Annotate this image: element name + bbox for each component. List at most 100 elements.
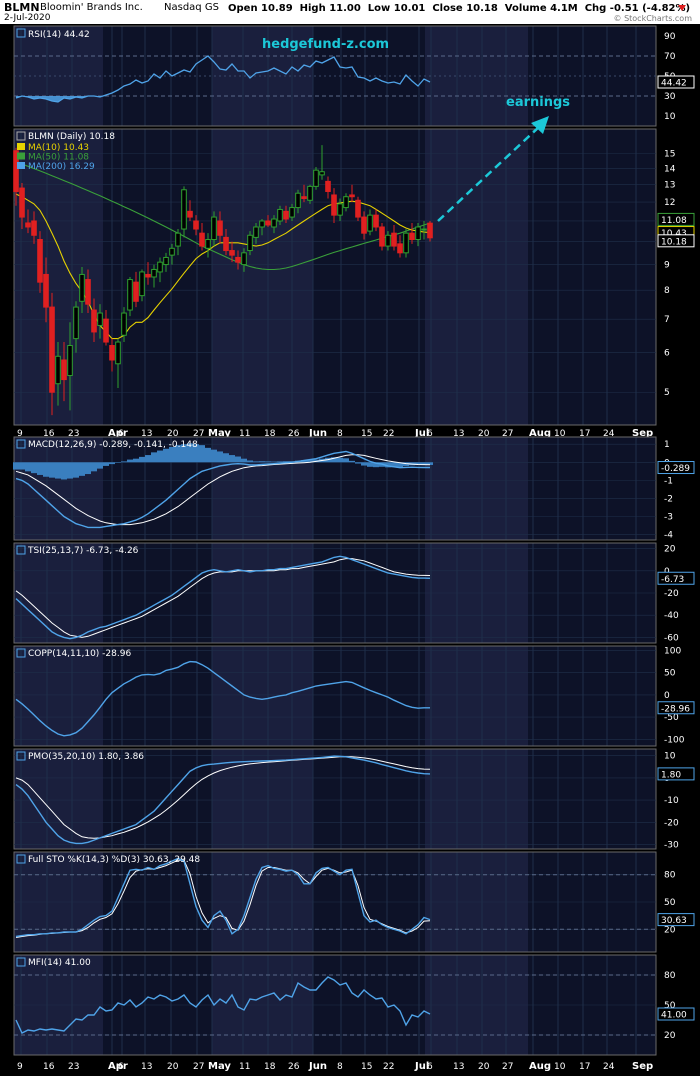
lower-axis-x-tick-label: 16	[43, 1062, 55, 1072]
macd-histogram-bar	[247, 460, 253, 463]
macd-histogram-bar	[67, 462, 73, 479]
macd-histogram-bar	[31, 462, 37, 474]
price-y-tick-label: 9	[664, 261, 670, 271]
copp-y-tick-label: -100	[664, 735, 685, 745]
macd-histogram-bar	[19, 462, 25, 470]
macd-histogram-bar	[157, 450, 163, 463]
macd-histogram-bar	[85, 462, 91, 475]
earnings-annotation: earnings	[506, 95, 570, 110]
macd-histogram-bar	[133, 458, 139, 463]
macd-y-tick-label: -2	[664, 494, 673, 504]
rsi-last-value-label: 44.42	[661, 79, 687, 89]
macd-last-value-label: -0.289	[661, 464, 690, 474]
price-close-last-value-label: 10.18	[661, 237, 687, 247]
price-y-tick-label: 8	[664, 286, 670, 296]
lower-axis-x-tick-label: Aug	[529, 1061, 551, 1072]
lower-axis-x-tick-label: 24	[603, 1062, 615, 1072]
lower-axis-x-tick-label: 11	[239, 1062, 250, 1072]
macd-histogram-bar	[205, 447, 211, 463]
pmo-y-tick-label: -30	[664, 841, 679, 851]
macd-histogram-bar	[151, 452, 157, 463]
lower-axis-x-tick-label: 27	[502, 1062, 513, 1072]
sto-y-tick-label: 80	[664, 871, 676, 881]
price-ma50-last-value-label: 11.08	[661, 216, 687, 226]
macd-histogram-bar	[91, 462, 97, 472]
macd-histogram-bar	[13, 462, 19, 470]
macd-histogram-bar	[277, 461, 283, 463]
copp-panel-background	[13, 645, 657, 747]
lower-axis-x-tick-label: 15	[361, 1062, 372, 1072]
mfi-y-tick-label: 80	[664, 971, 676, 981]
macd-histogram-bar	[37, 462, 43, 475]
price-y-tick-label: 5	[664, 388, 670, 398]
macd-histogram-bar	[103, 462, 109, 466]
macd-histogram-bar	[265, 461, 271, 463]
copp-y-tick-label: 100	[664, 646, 681, 656]
macd-histogram-bar	[61, 462, 67, 480]
tsi-y-tick-label: -20	[664, 589, 679, 599]
site-annotation: hedgefund-z.com	[262, 37, 389, 52]
macd-y-tick-label: -1	[664, 476, 673, 486]
macd-histogram-bar	[349, 460, 355, 463]
macd-histogram-bar	[109, 462, 115, 465]
price-title: BLMN (Daily) 10.18	[28, 132, 115, 142]
sto-y-tick-label: 20	[664, 925, 676, 935]
tsi-last-value-label: -6.73	[661, 575, 684, 585]
price-candle	[403, 229, 409, 258]
macd-histogram-bar	[145, 455, 151, 463]
macd-histogram-bar	[343, 458, 349, 463]
mfi-y-tick-label: 20	[664, 1031, 676, 1041]
price-candle	[127, 276, 133, 317]
macd-histogram-bar	[79, 462, 85, 476]
ma-legend-swatch	[17, 152, 25, 160]
copp-last-value-label: -28.96	[661, 704, 690, 714]
lower-axis-x-tick-label: May	[208, 1061, 231, 1072]
tsi-y-tick-label: -60	[664, 633, 679, 643]
macd-histogram-bar	[139, 456, 145, 463]
copp-title: COPP(14,11,10) -28.96	[28, 649, 131, 659]
lower-axis-x-tick-label: 13	[453, 1062, 464, 1072]
mfi-title: MFI(14) 41.00	[28, 958, 91, 968]
price-panel-background	[13, 128, 657, 426]
ma-legend-label: MA(50) 11.08	[28, 153, 89, 163]
lower-axis-x-tick-label: 8	[337, 1062, 343, 1072]
lower-axis-x-tick-label: 10	[554, 1062, 566, 1072]
price-y-tick-label: 12	[664, 198, 675, 208]
macd-histogram-bar	[97, 462, 103, 469]
lower-axis-x-tick-label: 23	[68, 1062, 79, 1072]
lower-axis-x-tick-label: 6	[427, 1062, 433, 1072]
lower-axis-x-tick-label: 22	[383, 1062, 394, 1072]
copp-y-tick-label: 0	[664, 691, 670, 701]
lower-axis-x-tick-label: 20	[167, 1062, 179, 1072]
macd-title: MACD(12,26,9) -0.289, -0.141, -0.148	[28, 440, 198, 450]
price-candle	[313, 167, 319, 190]
rsi-title: RSI(14) 44.42	[28, 30, 90, 40]
macd-histogram-bar	[199, 445, 205, 463]
sto-last-value-label: 30.63	[661, 916, 687, 926]
macd-histogram-bar	[355, 462, 361, 464]
lower-axis-x-tick-label: 13	[141, 1062, 152, 1072]
macd-y-tick-label: -4	[664, 531, 673, 541]
macd-histogram-bar	[253, 461, 259, 463]
macd-histogram-bar	[163, 448, 169, 463]
stock-chart: 9070503010RSI(14) 44.4244.42hedgefund-z.…	[13, 25, 695, 1072]
macd-histogram-bar	[43, 462, 49, 477]
price-y-tick-label: 14	[664, 165, 676, 175]
macd-histogram-bar	[73, 462, 79, 478]
macd-histogram-bar	[235, 456, 241, 463]
lower-axis-x-tick-label: 6	[118, 1062, 124, 1072]
copp-y-tick-label: 50	[664, 669, 676, 679]
price-candle	[355, 196, 361, 221]
lower-axis-x-tick-label: 18	[264, 1062, 276, 1072]
macd-histogram-bar	[127, 459, 133, 463]
ma-legend-label: MA(200) 16.29	[28, 162, 95, 172]
pmo-y-tick-label: 10	[664, 752, 676, 762]
price-y-tick-label: 13	[664, 181, 675, 191]
sto-y-tick-label: 50	[664, 898, 676, 908]
macd-histogram-bar	[211, 449, 217, 463]
rsi-y-tick-label: 70	[664, 52, 676, 62]
pmo-last-value-label: 1.80	[661, 770, 681, 780]
macd-histogram-bar	[115, 462, 121, 463]
price-candle	[379, 222, 385, 251]
macd-histogram-bar	[367, 462, 373, 467]
